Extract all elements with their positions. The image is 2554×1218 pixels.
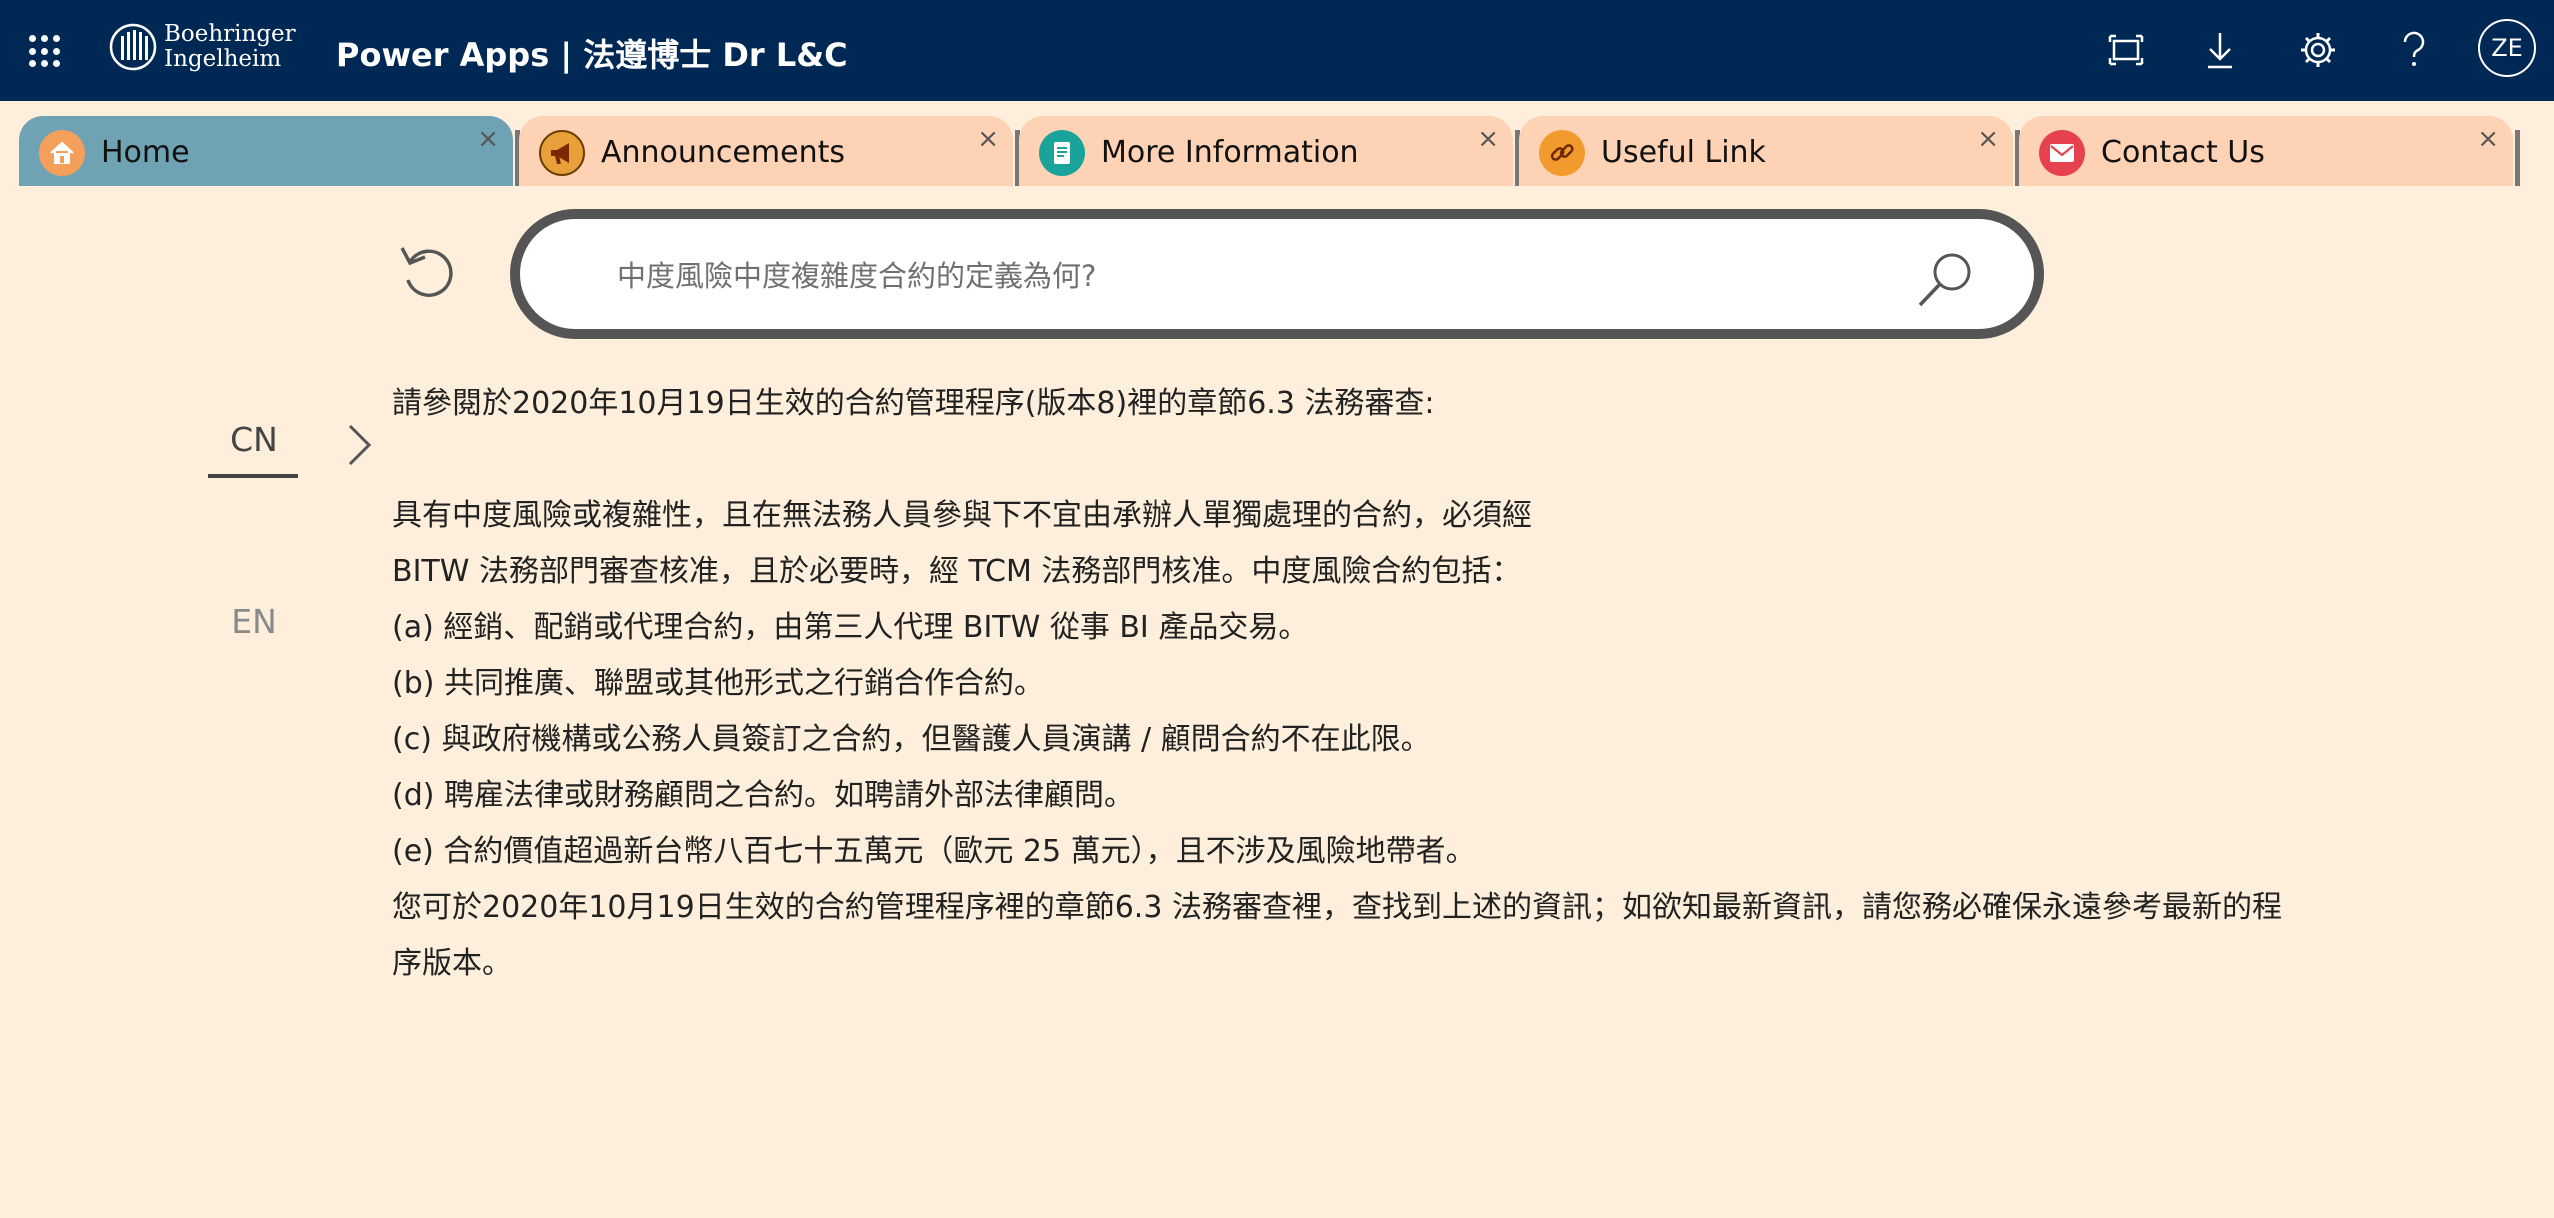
answer-line: (b) 共同推廣、聯盟或其他形式之行銷合作合約。 — [392, 666, 1044, 701]
tab-more-information-label: More Information — [1101, 135, 1359, 170]
search-input[interactable] — [615, 251, 1879, 301]
tab-home-label: Home — [101, 135, 190, 170]
tab-announcements-close-icon[interactable]: × — [977, 124, 999, 154]
top-bar: Boehringer Ingelheim Power Apps | 法遵博士 D… — [0, 0, 2554, 101]
tab-announcements[interactable]: Announcements × — [519, 116, 1020, 186]
user-avatar[interactable]: ZE — [2478, 19, 2536, 77]
chevron-right-icon[interactable] — [345, 422, 375, 468]
help-icon[interactable] — [2392, 28, 2436, 72]
tab-announcements-label: Announcements — [601, 135, 845, 170]
app-launcher-icon[interactable] — [29, 35, 62, 68]
answer-line: (c) 與政府機構或公務人員簽訂之合約，但醫護人員演講 / 顧問合約不在此限。 — [392, 722, 1431, 757]
app-title: Power Apps | 法遵博士 Dr L&C — [336, 36, 848, 74]
mail-icon — [2039, 130, 2085, 176]
answer-line: (a) 經銷、配銷或代理合約，由第三人代理 BITW 從事 BI 產品交易。 — [392, 610, 1309, 645]
boehringer-mark-icon — [109, 23, 157, 71]
brand-name: Boehringer Ingelheim — [164, 22, 296, 72]
language-option-cn[interactable]: CN — [209, 420, 299, 459]
home-icon — [39, 130, 85, 176]
tab-contact-us-close-icon[interactable]: × — [2477, 124, 2499, 154]
tab-contact-us-label: Contact Us — [2101, 135, 2265, 170]
tab-contact-us[interactable]: Contact Us × — [2019, 116, 2520, 186]
brand-line-2: Ingelheim — [164, 46, 282, 72]
tab-home[interactable]: Home × — [19, 116, 520, 186]
tab-useful-link-close-icon[interactable]: × — [1977, 124, 1999, 154]
brand-line-1: Boehringer — [164, 21, 296, 47]
answer-line: 請參閱於2020年10月19日生效的合約管理程序(版本8)裡的章節6.3 法務審… — [392, 386, 1435, 421]
reset-icon[interactable] — [396, 242, 458, 304]
tab-home-close-icon[interactable]: × — [477, 124, 499, 154]
document-icon — [1039, 130, 1085, 176]
download-icon[interactable] — [2198, 28, 2242, 72]
tab-bar: Home × Announcements × More Information … — [0, 101, 2554, 187]
answer-line: 您可於2020年10月19日生效的合約管理程序裡的章節6.3 法務審查裡，查找到… — [392, 890, 2282, 925]
tab-more-information[interactable]: More Information × — [1019, 116, 1520, 186]
answer-line — [392, 440, 2362, 496]
tab-useful-link[interactable]: Useful Link × — [1519, 116, 2020, 186]
language-selected-indicator — [208, 474, 298, 478]
answer-line: 序版本。 — [392, 946, 512, 981]
answer-line: 具有中度風險或複雜性，且在無法務人員參與下不宜由承辦人單獨處理的合約，必須經 — [392, 498, 1532, 533]
tab-divider — [2515, 130, 2520, 186]
tab-more-information-close-icon[interactable]: × — [1477, 124, 1499, 154]
language-option-en[interactable]: EN — [209, 602, 299, 641]
fit-to-window-icon[interactable] — [2104, 28, 2148, 72]
megaphone-icon — [539, 130, 585, 176]
settings-gear-icon[interactable] — [2296, 28, 2340, 72]
search-icon[interactable] — [1916, 251, 1974, 309]
tab-useful-link-label: Useful Link — [1601, 135, 1766, 170]
answer-text: 請參閱於2020年10月19日生效的合約管理程序(版本8)裡的章節6.3 法務審… — [392, 384, 2362, 1000]
answer-line: (d) 聘雇法律或財務顧問之合約。如聘請外部法律顧問。 — [392, 778, 1134, 813]
answer-line: BITW 法務部門審查核准，且於必要時，經 TCM 法務部門核准。中度風險合約包… — [392, 554, 1522, 589]
search-box — [510, 209, 2044, 339]
answer-line: (e) 合約價值超過新台幣八百七十五萬元（歐元 25 萬元），且不涉及風險地帶者… — [392, 834, 1476, 869]
link-icon — [1539, 130, 1585, 176]
boehringer-logo: Boehringer Ingelheim — [108, 22, 296, 72]
